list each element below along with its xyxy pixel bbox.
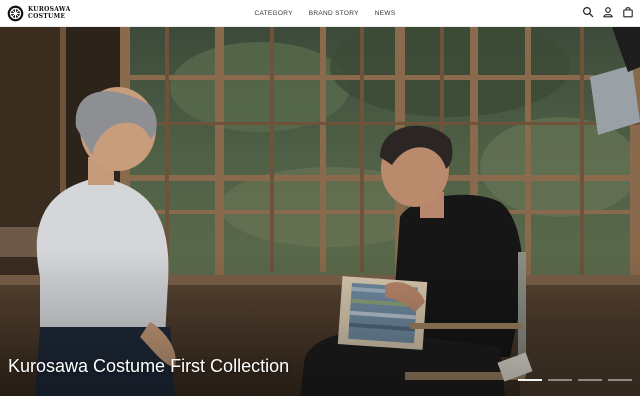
main-nav: CATEGORY BRAND STORY NEWS bbox=[0, 0, 640, 26]
account-icon[interactable] bbox=[602, 6, 614, 18]
nav-category[interactable]: CATEGORY bbox=[255, 10, 293, 17]
hero-photo bbox=[0, 27, 640, 396]
cart-icon[interactable] bbox=[622, 6, 634, 18]
logo-link[interactable]: KUROSAWA COSTUME bbox=[7, 4, 71, 22]
slide-indicator-3[interactable] bbox=[578, 379, 602, 381]
logo-line-2: COSTUME bbox=[28, 13, 66, 20]
site-header: KUROSAWA COSTUME CATEGORY BRAND STORY NE… bbox=[0, 0, 640, 27]
logo-text: KUROSAWA COSTUME bbox=[28, 6, 71, 20]
slide-pager bbox=[518, 379, 632, 381]
search-icon[interactable] bbox=[582, 6, 594, 18]
slide-indicator-4[interactable] bbox=[608, 379, 632, 381]
logo-mark-icon bbox=[7, 5, 24, 21]
nav-brand-story[interactable]: BRAND STORY bbox=[309, 10, 359, 17]
nav-news[interactable]: NEWS bbox=[375, 10, 396, 17]
slide-indicator-2[interactable] bbox=[548, 379, 572, 381]
page: KUROSAWA COSTUME CATEGORY BRAND STORY NE… bbox=[0, 0, 640, 396]
hero-banner[interactable]: Kurosawa Costume First Collection bbox=[0, 27, 640, 396]
logo-line-1: KUROSAWA bbox=[28, 6, 71, 13]
hero-title: Kurosawa Costume First Collection bbox=[8, 356, 290, 376]
slide-indicator-1[interactable] bbox=[518, 379, 542, 381]
header-icons bbox=[582, 6, 634, 18]
